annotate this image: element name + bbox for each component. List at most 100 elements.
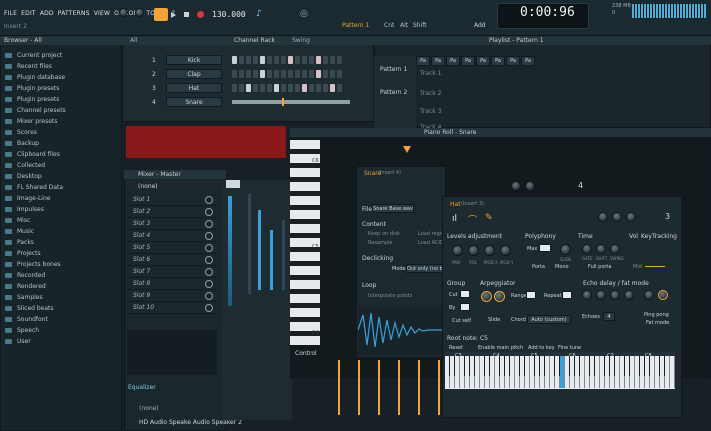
channel-button[interactable]: Kick — [166, 55, 222, 65]
wave-icon[interactable]: ıl — [452, 214, 457, 224]
slot-enable-icon[interactable] — [205, 256, 213, 264]
keep-on-disk-option[interactable]: Keep on disk — [368, 231, 400, 237]
browser-item[interactable]: User — [0, 336, 122, 347]
max-voices-box[interactable] — [539, 244, 551, 252]
slot-enable-icon[interactable] — [205, 244, 213, 252]
browser-item[interactable]: Packs — [0, 237, 122, 248]
hat-pan-knob[interactable] — [598, 212, 608, 222]
mixer-slot[interactable]: Slot 10 — [127, 302, 217, 314]
slide-option[interactable]: Slide — [488, 317, 500, 323]
load-acid-option[interactable]: Load ACID — [418, 240, 444, 246]
menu-add[interactable]: ADD — [40, 10, 54, 17]
fat-mode-option[interactable]: Fat mode — [646, 320, 669, 326]
browser-item[interactable]: Soundfont — [0, 314, 122, 325]
slot-enable-icon[interactable] — [205, 220, 213, 228]
piano-keyboard[interactable] — [290, 140, 320, 345]
repeat-box[interactable] — [562, 291, 572, 299]
track-label[interactable]: Track 2 — [420, 90, 441, 97]
browser-item[interactable]: Desktop — [0, 171, 122, 182]
snare-vol-knob[interactable] — [525, 181, 535, 191]
browser-item[interactable]: Image-Line — [0, 193, 122, 204]
pattern-selector[interactable]: Pattern 1 — [342, 22, 369, 29]
porta-option[interactable]: Porta — [532, 264, 545, 270]
resample-option[interactable]: Resample — [368, 240, 393, 246]
browser-item[interactable]: Current project — [0, 50, 122, 61]
slot-enable-icon[interactable] — [205, 232, 213, 240]
mixer-output-none[interactable]: (none) — [139, 405, 159, 412]
browser-item[interactable]: Clipboard files — [0, 149, 122, 160]
white-key[interactable] — [670, 356, 675, 388]
echo-pitch-knob[interactable] — [644, 290, 654, 300]
slot-enable-icon[interactable] — [205, 208, 213, 216]
menu-edit[interactable]: EDIT — [21, 10, 36, 17]
play-icon[interactable] — [171, 12, 176, 18]
track-fader[interactable] — [258, 210, 261, 290]
mono-option[interactable]: Mono — [555, 264, 569, 270]
slide-knob[interactable] — [560, 244, 571, 255]
slot-enable-icon[interactable] — [205, 268, 213, 276]
mixer-slot[interactable]: Slot 5 — [127, 242, 217, 254]
browser-item[interactable]: Projects — [0, 248, 122, 259]
mixer-slot[interactable]: Slot 6 — [127, 254, 217, 266]
browser-item[interactable]: Sliced beats — [0, 303, 122, 314]
browser-item[interactable]: Rendered — [0, 281, 122, 292]
echo-pan-knob[interactable] — [596, 290, 606, 300]
song-time[interactable]: 0:00:96 — [520, 5, 575, 20]
snare-track-number[interactable]: 4 — [578, 181, 583, 190]
slot-enable-icon[interactable] — [205, 304, 213, 312]
mode-alt[interactable]: Alt — [400, 22, 408, 29]
master-volume-knob[interactable] — [119, 8, 128, 17]
browser-item[interactable]: Plugin presets — [0, 94, 122, 105]
reset-button[interactable]: Reset — [449, 345, 463, 351]
envelope-icon[interactable]: ⌒ — [468, 213, 477, 226]
track-label[interactable]: Track 1 — [420, 70, 441, 77]
mixer-slot[interactable]: Slot 8 — [127, 278, 217, 290]
mixer-slot[interactable]: Slot 2 — [127, 206, 217, 218]
echoes-count[interactable]: 4 — [603, 312, 615, 321]
mixer-slot[interactable]: Slot 7 — [127, 266, 217, 278]
hat-track-number[interactable]: 3 — [665, 212, 670, 221]
control-label[interactable]: Control — [295, 350, 317, 357]
wrench-icon[interactable]: ✎ — [485, 213, 493, 223]
browser-item[interactable]: Recent files — [0, 61, 122, 72]
channel-filter[interactable]: All — [130, 36, 137, 45]
tempo-display[interactable]: 130.000 — [212, 10, 246, 19]
range-box[interactable] — [526, 291, 536, 299]
track-fader[interactable] — [282, 220, 285, 290]
browser-item[interactable]: Speech — [0, 325, 122, 336]
stop-icon[interactable] — [184, 12, 189, 17]
piano-roll-preview[interactable] — [232, 100, 350, 104]
playhead-marker[interactable] — [403, 146, 411, 153]
browser-item[interactable]: Music — [0, 226, 122, 237]
arp-time-knob[interactable] — [494, 291, 505, 302]
track-fader[interactable] — [270, 230, 273, 290]
equalizer-label[interactable]: Equalizer — [128, 384, 156, 391]
chord-select[interactable]: Auto (custom) — [527, 315, 571, 324]
browser-item[interactable]: FL Shared Data — [0, 182, 122, 193]
record-icon[interactable] — [197, 11, 204, 18]
channel-button[interactable]: Hat — [166, 83, 222, 93]
browser-item[interactable]: Plugin database — [0, 72, 122, 83]
add-to-key-option[interactable]: Add to key — [528, 345, 555, 351]
mixer-slot[interactable]: Slot 3 — [127, 218, 217, 230]
browser-item[interactable]: Recorded — [0, 270, 122, 281]
mixer-output-device[interactable]: HD Audio Speake Audio Speaker 2 — [139, 419, 242, 426]
hat-pitch-knob[interactable] — [626, 212, 636, 222]
channel-button[interactable]: Clap — [166, 69, 222, 79]
browser-item[interactable]: Scores — [0, 127, 122, 138]
mixer-slot[interactable]: Slot 1 — [127, 194, 217, 206]
browser-item[interactable]: Projects bones — [0, 259, 122, 270]
declick-mode-select[interactable]: Out only (no bl — [406, 264, 444, 273]
browser-item[interactable]: Misc — [0, 215, 122, 226]
hat-vol-knob[interactable] — [612, 212, 622, 222]
browser-item[interactable]: Channel presets — [0, 105, 122, 116]
mixer-slot[interactable]: Slot 9 — [127, 290, 217, 302]
swing-knob[interactable] — [610, 244, 620, 254]
mixer-input[interactable]: (none) — [138, 183, 158, 190]
browser-item[interactable]: Plugin presets — [0, 83, 122, 94]
snap-icon[interactable]: ◎ — [300, 9, 308, 19]
menu-file[interactable]: FILE — [4, 10, 17, 17]
menu-patterns[interactable]: PATTERNS — [58, 10, 90, 17]
add-menu[interactable]: Add — [474, 22, 486, 29]
level-pan-knob[interactable] — [452, 245, 463, 256]
